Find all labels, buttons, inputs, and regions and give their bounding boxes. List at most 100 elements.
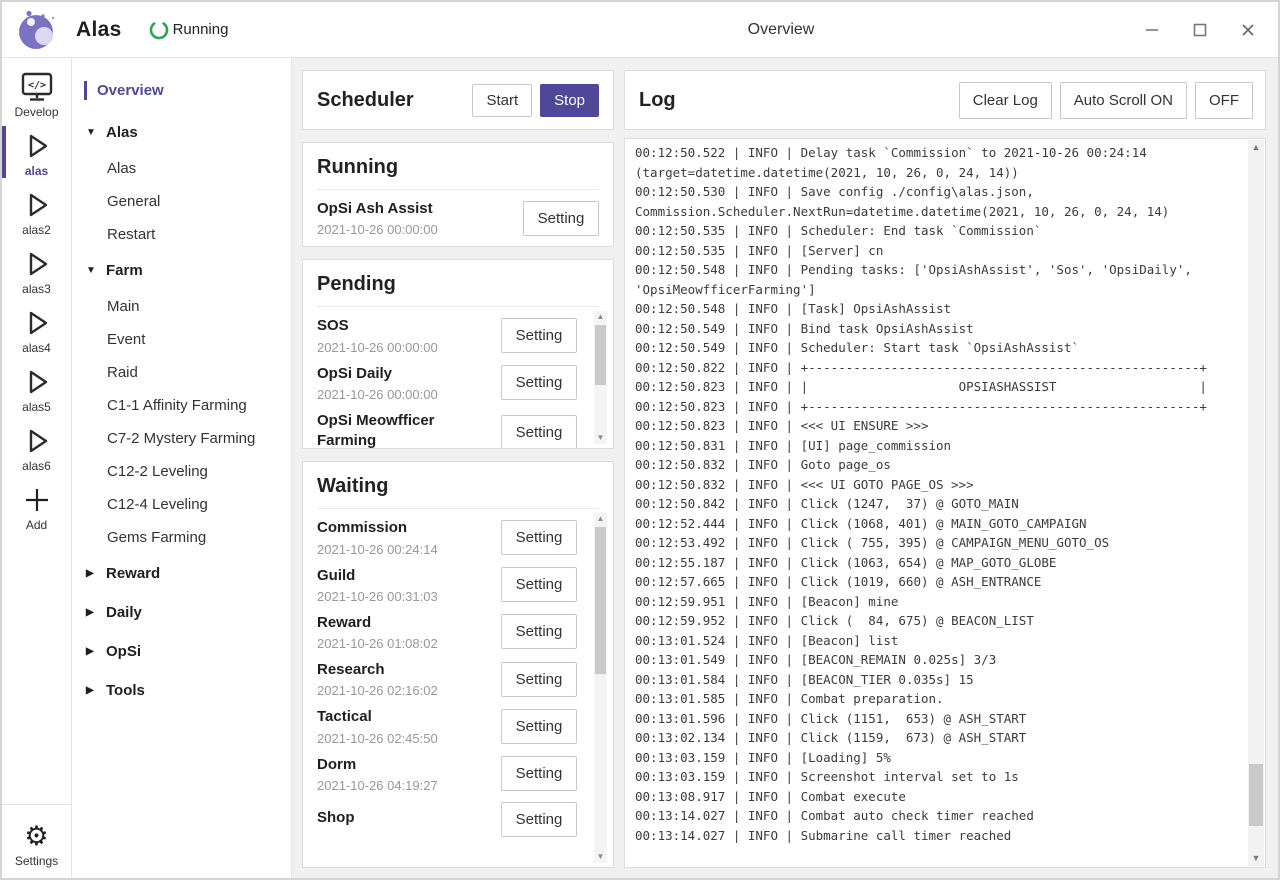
scroll-thumb[interactable] [595, 527, 606, 674]
log-line: 00:12:50.823 | INFO | +-----------------… [635, 397, 1239, 417]
stop-button[interactable]: Stop [540, 84, 599, 117]
log-line: 00:12:59.952 | INFO | Click ( 84, 675) @… [635, 611, 1239, 631]
rail-item-alas2[interactable]: alas2 [2, 182, 71, 240]
nav-item[interactable]: Raid [72, 356, 291, 389]
setting-button[interactable]: Setting [501, 756, 577, 791]
log-line: 00:12:50.823 | INFO | | OPSIASHASSIST | [635, 377, 1239, 397]
pending-scrollbar[interactable]: ▲ ▼ [594, 311, 607, 444]
play-icon [20, 188, 54, 222]
running-card: Running OpSi Ash Assist 2021-10-26 00:00… [302, 142, 614, 247]
nav-group-alas[interactable]: ▼ Alas [72, 113, 291, 152]
rail-item-alas6[interactable]: alas6 [2, 418, 71, 476]
setting-button[interactable]: Setting [501, 520, 577, 555]
log-line: 00:12:50.548 | INFO | [Task] OpsiAshAssi… [635, 299, 1239, 319]
task-name: OpSi Ash Assist [317, 199, 515, 219]
rail-item-settings[interactable]: ⚙ Settings [2, 813, 71, 871]
log-line: 'OpsiMeowfficerFarming'] [635, 280, 1239, 300]
task-name: SOS [317, 316, 493, 336]
log-line: 00:13:14.027 | INFO | Submarine call tim… [635, 826, 1239, 846]
minimize-button[interactable] [1132, 10, 1172, 50]
waiting-card: Waiting Commission 2021-10-26 00:24:14 S… [302, 461, 614, 868]
clear-log-button[interactable]: Clear Log [959, 82, 1052, 119]
nav-group-opsi[interactable]: ▶ OpSi [72, 632, 291, 671]
nav-item[interactable]: Restart [72, 218, 291, 251]
scheduler-card: Scheduler Start Stop [302, 70, 614, 130]
log-line: 00:12:59.951 | INFO | [Beacon] mine [635, 592, 1239, 612]
chevron-down-icon: ▼ [86, 265, 106, 276]
nav-item[interactable]: General [72, 185, 291, 218]
task-name: Commission [317, 518, 493, 538]
setting-button[interactable]: Setting [501, 802, 577, 837]
scroll-down-icon[interactable]: ▼ [1248, 851, 1264, 866]
nav-item[interactable]: Event [72, 323, 291, 356]
nav-group-reward[interactable]: ▶ Reward [72, 554, 291, 593]
rail-item-alas4[interactable]: alas4 [2, 300, 71, 358]
task-row: OpSi Ash Assist 2021-10-26 00:00:00 Sett… [317, 199, 599, 237]
chevron-right-icon: ▶ [86, 685, 106, 696]
chevron-right-icon: ▶ [86, 607, 106, 618]
main-area: </> Develop alas alas2 alas3 [2, 58, 1278, 878]
setting-button[interactable]: Setting [501, 662, 577, 697]
nav-group-farm-children: MainEventRaidC1-1 Affinity FarmingC7-2 M… [72, 290, 291, 554]
task-name: Reward [317, 613, 493, 633]
waiting-scrollbar[interactable]: ▲ ▼ [594, 513, 607, 863]
rail-item-add[interactable]: Add [2, 477, 71, 535]
nav-item-overview[interactable]: Overview [72, 76, 291, 105]
scroll-up-icon[interactable]: ▲ [594, 513, 607, 525]
develop-icon: </> [19, 70, 55, 104]
rail-item-alas5[interactable]: alas5 [2, 359, 71, 417]
scroll-up-icon[interactable]: ▲ [1248, 140, 1264, 155]
nav-item[interactable]: C12-2 Leveling [72, 455, 291, 488]
log-line: 00:12:52.444 | INFO | Click (1068, 401) … [635, 514, 1239, 534]
log-line: 00:12:55.187 | INFO | Click (1063, 654) … [635, 553, 1239, 573]
log-line: Commission.Scheduler.NextRun=datetime.da… [635, 202, 1239, 222]
svg-text:</>: </> [27, 80, 45, 91]
rail-spacer [2, 536, 71, 804]
log-scrollbar[interactable]: ▲ ▼ [1248, 140, 1264, 866]
log-line: (target=datetime.datetime(2021, 10, 26, … [635, 163, 1239, 183]
scroll-down-icon[interactable]: ▼ [594, 432, 607, 444]
maximize-button[interactable] [1180, 10, 1220, 50]
nav-item[interactable]: Main [72, 290, 291, 323]
setting-button[interactable]: Setting [501, 415, 577, 448]
rail-item-develop[interactable]: </> Develop [2, 64, 71, 122]
autoscroll-off-button[interactable]: OFF [1195, 82, 1253, 119]
nav-item[interactable]: C1-1 Affinity Farming [72, 389, 291, 422]
play-icon [20, 424, 54, 458]
plus-icon [23, 483, 51, 517]
log-line: 00:13:08.917 | INFO | Combat execute [635, 787, 1239, 807]
scroll-up-icon[interactable]: ▲ [594, 311, 607, 323]
scroll-thumb[interactable] [1249, 764, 1263, 826]
setting-button[interactable]: Setting [501, 614, 577, 649]
close-button[interactable] [1228, 10, 1268, 50]
setting-button[interactable]: Setting [523, 201, 599, 236]
nav-group-tools[interactable]: ▶ Tools [72, 671, 291, 710]
task-name: Tactical [317, 707, 493, 727]
task-time: 2021-10-26 02:16:02 [317, 683, 493, 698]
play-icon [20, 247, 54, 281]
rail-item-alas3[interactable]: alas3 [2, 241, 71, 299]
log-line: 00:12:50.832 | INFO | <<< UI GOTO PAGE_O… [635, 475, 1239, 495]
autoscroll-on-button[interactable]: Auto Scroll ON [1060, 82, 1187, 119]
task-time: 2021-10-26 00:00:00 [317, 222, 515, 237]
setting-button[interactable]: Setting [501, 567, 577, 602]
nav-item[interactable]: C7-2 Mystery Farming [72, 422, 291, 455]
nav-group-farm[interactable]: ▼ Farm [72, 251, 291, 290]
nav-item[interactable]: Alas [72, 152, 291, 185]
log-line: 00:12:50.822 | INFO | +-----------------… [635, 358, 1239, 378]
log-line: 00:12:50.530 | INFO | Save config ./conf… [635, 182, 1239, 202]
nav-item[interactable]: Gems Farming [72, 521, 291, 554]
log-lines: 00:12:50.522 | INFO | Delay task `Commis… [635, 143, 1239, 845]
start-button[interactable]: Start [472, 84, 532, 117]
nav-group-daily[interactable]: ▶ Daily [72, 593, 291, 632]
scroll-down-icon[interactable]: ▼ [594, 851, 607, 863]
setting-button[interactable]: Setting [501, 365, 577, 400]
titlebar: Alas Running Overview [2, 2, 1278, 58]
pending-list: SOS 2021-10-26 00:00:00 Setting OpSi Dai… [303, 307, 613, 448]
setting-button[interactable]: Setting [501, 709, 577, 744]
nav-item[interactable]: C12-4 Leveling [72, 488, 291, 521]
setting-button[interactable]: Setting [501, 318, 577, 353]
chevron-right-icon: ▶ [86, 646, 106, 657]
scroll-thumb[interactable] [595, 325, 606, 385]
rail-item-alas[interactable]: alas [2, 123, 71, 181]
